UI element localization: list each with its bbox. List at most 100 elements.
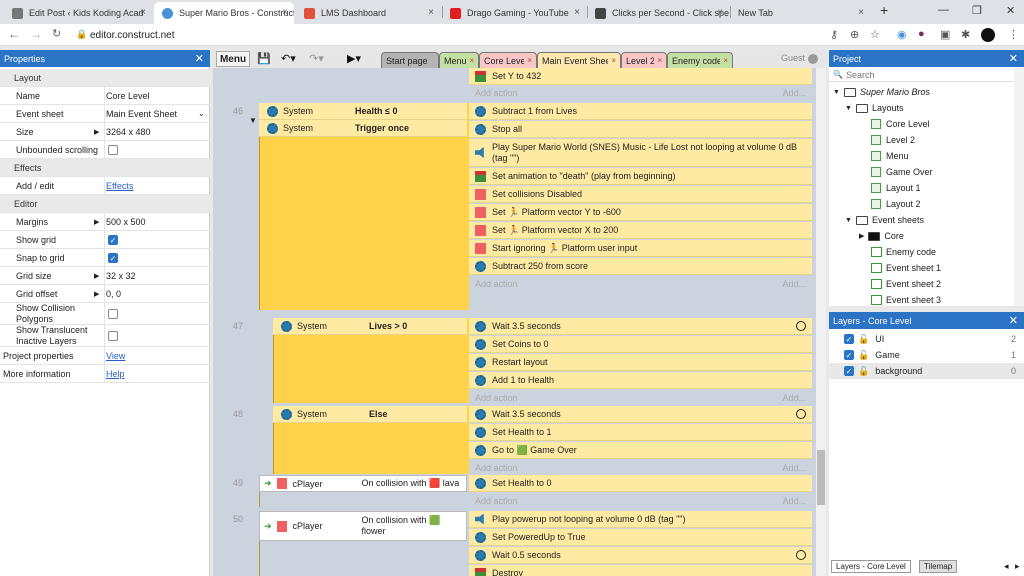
chevron-down-icon[interactable]: ⌄	[198, 109, 205, 118]
key-icon[interactable]: ⚷	[830, 28, 838, 41]
tree-eventsheet-item[interactable]: Event sheet 3	[871, 293, 941, 307]
property-link[interactable]: Effects	[106, 181, 133, 191]
action-row[interactable]: Set collisions Disabled	[469, 186, 812, 203]
forward-icon[interactable]: →	[30, 27, 42, 41]
lock-icon[interactable]: 🔓	[858, 350, 869, 361]
scroll-right-icon[interactable]: ▸	[1015, 561, 1020, 572]
layer-visible-checkbox[interactable]: ✓	[844, 350, 854, 360]
close-tab-icon[interactable]: ×	[282, 7, 288, 18]
property-link[interactable]: View	[106, 351, 125, 361]
tree-eventsheet-item[interactable]: Event sheet 2	[871, 277, 941, 291]
layer-row[interactable]: ✓ 🔓 Game 1	[829, 347, 1024, 363]
project-search[interactable]: 🔍	[829, 68, 1024, 82]
close-tab-icon[interactable]: ×	[527, 56, 532, 65]
property-link[interactable]: Help	[106, 369, 125, 379]
scroll-left-icon[interactable]: ◂	[1004, 561, 1009, 572]
project-scrollbar[interactable]	[1014, 68, 1024, 306]
back-icon[interactable]: ←	[8, 27, 20, 41]
tab-layers[interactable]: Layers - Core Level	[831, 560, 911, 573]
tree-layout-item[interactable]: Layout 1	[871, 181, 921, 195]
tab-tilemap[interactable]: Tilemap	[919, 560, 958, 573]
lock-icon[interactable]: 🔓	[858, 366, 869, 377]
save-icon[interactable]: 💾	[257, 52, 271, 65]
action-row[interactable]: Destroy	[469, 565, 812, 576]
tree-layout-item[interactable]: Level 2	[871, 133, 915, 147]
property-checkbox[interactable]	[108, 330, 118, 341]
action-row[interactable]: Set Health to 0	[469, 475, 812, 492]
tree-eventsheet-item[interactable]: Enemy code	[871, 245, 936, 259]
condition-row[interactable]: System Health ≤ 0	[259, 103, 467, 120]
reload-icon[interactable]: ↻	[52, 27, 61, 40]
tree-layout-item[interactable]: Game Over	[871, 165, 933, 179]
browser-tab-clicks[interactable]: Clicks per Second - Click spe ×	[587, 2, 729, 24]
property-checkbox[interactable]	[108, 308, 118, 319]
collapse-icon[interactable]: ▼	[249, 116, 257, 125]
browser-tab-lms[interactable]: LMS Dashboard ×	[296, 2, 440, 24]
redo-icon[interactable]: ↷▾	[309, 52, 324, 65]
expand-icon[interactable]: ▶	[94, 272, 99, 280]
add-action-link[interactable]: Add action Add...	[469, 276, 812, 291]
editor-tab[interactable]: Main Event Sheet ×	[537, 52, 621, 68]
browser-tab-construct[interactable]: Super Mario Bros - Construct ×	[154, 2, 294, 24]
tree-layout-item[interactable]: Core Level	[871, 117, 930, 131]
extension-2-icon[interactable]: ●	[918, 28, 925, 40]
expand-icon[interactable]: ▶	[94, 290, 99, 298]
star-icon[interactable]: ☆	[870, 28, 880, 41]
property-checkbox[interactable]: ✓	[108, 252, 118, 263]
property-value[interactable]: Core Level	[106, 91, 150, 101]
close-tab-icon[interactable]: ×	[428, 7, 434, 18]
action-row[interactable]: Subtract 1 from Lives	[469, 103, 812, 120]
condition-row[interactable]: System Else	[273, 406, 467, 423]
editor-tab[interactable]: Menu ×	[439, 52, 479, 68]
action-row[interactable]: Set PoweredUp to True	[469, 529, 812, 546]
undo-icon[interactable]: ↶▾	[281, 52, 296, 65]
extensions-icon[interactable]: ✱	[961, 28, 970, 41]
editor-tab[interactable]: Core Level ×	[479, 52, 537, 68]
tree-layout-item[interactable]: Layout 2	[871, 197, 921, 211]
tree-layout-item[interactable]: Menu	[871, 149, 909, 163]
address-bar[interactable]: 🔒 editor.construct.net	[70, 26, 815, 44]
section-header[interactable]: Effects	[0, 159, 210, 177]
property-checkbox[interactable]: ✓	[108, 234, 118, 245]
editor-tab[interactable]: Start page	[381, 52, 439, 68]
search-input[interactable]	[845, 69, 1016, 80]
close-tab-icon[interactable]: ×	[723, 56, 728, 65]
close-tab-icon[interactable]: ×	[657, 56, 662, 65]
extension-3-icon[interactable]: ▣	[940, 28, 950, 41]
section-header[interactable]: Editor	[0, 195, 210, 213]
tree-layouts-folder[interactable]: ▼ Layouts	[845, 101, 903, 115]
expand-icon[interactable]: ▼	[833, 89, 840, 96]
layer-visible-checkbox[interactable]: ✓	[844, 366, 854, 376]
action-row[interactable]: Stop all	[469, 121, 812, 138]
close-tab-icon[interactable]: ×	[858, 7, 864, 18]
menu-button[interactable]: Menu	[216, 51, 250, 67]
avatar[interactable]	[981, 28, 995, 42]
section-header[interactable]: Layout	[0, 69, 210, 87]
action-row[interactable]: Start ignoring 🏃 Platform user input	[469, 240, 812, 257]
close-tab-icon[interactable]: ×	[717, 7, 723, 18]
close-icon[interactable]: ✕	[1009, 314, 1018, 327]
action-row[interactable]: Set Health to 1	[469, 424, 812, 441]
tree-eventsheet-folder[interactable]: ▶ Core	[859, 229, 904, 243]
action-row[interactable]: Set 🏃 Platform vector X to 200	[469, 222, 812, 239]
add-action-link[interactable]: Add action Add...	[469, 493, 812, 508]
action-row[interactable]: Set Y to 432	[469, 68, 812, 85]
close-icon[interactable]: ✕	[195, 52, 204, 65]
new-tab-icon[interactable]: +	[880, 2, 888, 18]
event-sheet-select[interactable]: Main Event Sheet	[106, 109, 177, 119]
action-row[interactable]: Set 🏃 Platform vector Y to -600	[469, 204, 812, 221]
minimize-icon[interactable]: —	[938, 4, 949, 16]
action-row[interactable]: Restart layout	[469, 354, 812, 371]
action-row[interactable]: Subtract 250 from score	[469, 258, 812, 275]
close-tab-icon[interactable]: ×	[140, 7, 146, 18]
property-checkbox[interactable]	[108, 144, 118, 155]
tree-root[interactable]: ▼ Super Mario Bros	[833, 85, 930, 99]
action-row[interactable]: Set animation to "death" (play from begi…	[469, 168, 812, 185]
layer-row[interactable]: ✓ 🔓 background 0	[829, 363, 1024, 379]
action-row[interactable]: Play Super Mario World (SNES) Music - Li…	[469, 139, 812, 167]
extension-1-icon[interactable]: ◉	[897, 28, 907, 41]
action-row[interactable]: Wait 3.5 seconds	[469, 318, 812, 335]
tree-eventsheet-item[interactable]: Event sheet 1	[871, 261, 941, 275]
layer-visible-checkbox[interactable]: ✓	[844, 334, 854, 344]
scrollbar-thumb[interactable]	[817, 450, 825, 505]
